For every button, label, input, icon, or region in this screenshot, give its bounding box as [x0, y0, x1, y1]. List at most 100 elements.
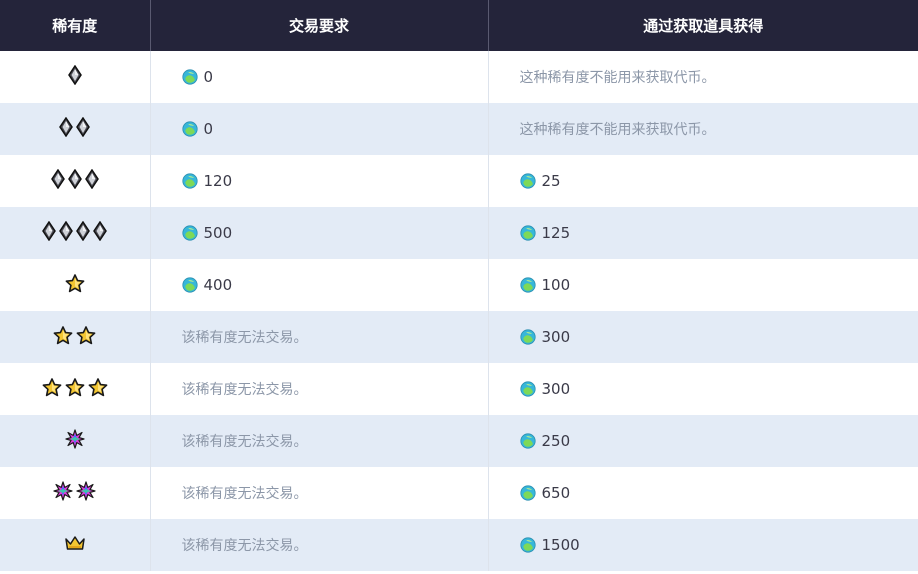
rarity-icons	[42, 377, 108, 397]
diamond-icon	[76, 117, 91, 137]
trade-cell: 0	[150, 103, 489, 155]
rarity-cell	[0, 103, 151, 155]
trade-amount: 500	[203, 224, 233, 242]
table-row: 120 25	[0, 155, 918, 207]
obtain-cell: 250	[488, 415, 918, 467]
trade-note: 该稀有度无法交易。	[181, 538, 308, 554]
table-row: 500 125	[0, 207, 918, 259]
table-row: 该稀有度无法交易。 650	[0, 467, 918, 519]
diamond-icon	[59, 221, 74, 241]
obtain-cell: 650	[488, 467, 918, 519]
trade-amount: 400	[203, 276, 233, 294]
obtain-cell: 这种稀有度不能用来获取代币。	[488, 51, 918, 103]
obtain-amount: 125	[541, 224, 571, 242]
flash-coin-icon	[519, 173, 536, 189]
diamond-icon	[93, 221, 108, 241]
table-row: 400 100	[0, 259, 918, 311]
rarity-cell	[0, 519, 151, 571]
diamond-icon	[67, 65, 82, 85]
rarity-cell	[0, 207, 151, 259]
obtain-cell: 这种稀有度不能用来获取代币。	[488, 103, 918, 155]
rarity-cell	[0, 467, 151, 519]
obtain-cell: 1500	[488, 519, 918, 571]
rarity-cell	[0, 363, 151, 415]
flash-coin-icon	[519, 537, 536, 553]
star-icon	[53, 325, 73, 345]
trade-note: 该稀有度无法交易。	[181, 382, 308, 398]
star-icon	[42, 377, 62, 397]
flash-coin-icon	[519, 485, 536, 501]
flash-coin-icon	[519, 225, 536, 241]
flash-coin-icon	[519, 433, 536, 449]
diamond-icon	[67, 169, 82, 189]
obtain-amount: 25	[541, 172, 561, 190]
trade-cell: 该稀有度无法交易。	[150, 415, 489, 467]
header-rarity: 稀有度	[0, 0, 151, 51]
obtain-cell: 125	[488, 207, 918, 259]
diamond-icon	[84, 169, 99, 189]
trade-cell: 0	[150, 51, 489, 103]
obtain-amount: 100	[541, 276, 571, 294]
obtain-amount: 300	[541, 380, 571, 398]
table-row: 该稀有度无法交易。 300	[0, 363, 918, 415]
obtain-cell: 25	[488, 155, 918, 207]
flash-coin-icon	[181, 225, 198, 241]
trade-cell: 该稀有度无法交易。	[150, 363, 489, 415]
flash-coin-icon	[519, 381, 536, 397]
trade-cell: 400	[150, 259, 489, 311]
obtain-amount: 250	[541, 432, 571, 450]
flash-coin-icon	[519, 277, 536, 293]
obtain-amount: 650	[541, 484, 571, 502]
trade-note: 该稀有度无法交易。	[181, 486, 308, 502]
table-row: 0 这种稀有度不能用来获取代币。	[0, 103, 918, 155]
table-row: 该稀有度无法交易。 300	[0, 311, 918, 363]
rarity-icons	[53, 325, 96, 345]
rarity-table: 稀有度 交易要求 通过获取道具获得 0 这种稀有度不能用来获取代币。 0 这种稀有度不…	[0, 0, 918, 571]
rarity-icons	[42, 221, 108, 241]
obtain-cell: 100	[488, 259, 918, 311]
rarity-cell	[0, 415, 151, 467]
obtain-amount: 1500	[541, 536, 580, 554]
rarity-cell	[0, 51, 151, 103]
table-header-row: 稀有度 交易要求 通过获取道具获得	[0, 0, 918, 51]
flash-coin-icon	[181, 121, 198, 137]
rarity-icons	[53, 481, 96, 501]
table-row: 该稀有度无法交易。 250	[0, 415, 918, 467]
rarity-icons	[65, 429, 85, 449]
trade-amount: 0	[203, 120, 214, 138]
table-row: 该稀有度无法交易。 1500	[0, 519, 918, 571]
rarity-icons	[65, 273, 85, 293]
star-icon	[65, 377, 85, 397]
rarity-icons	[67, 65, 82, 85]
rarity-cell	[0, 259, 151, 311]
trade-note: 该稀有度无法交易。	[181, 434, 308, 450]
header-obtain: 通过获取道具获得	[488, 0, 918, 51]
crown-icon	[64, 535, 86, 551]
flash-coin-icon	[519, 329, 536, 345]
flash-coin-icon	[181, 173, 198, 189]
trade-note: 该稀有度无法交易。	[181, 330, 308, 346]
diamond-icon	[50, 169, 65, 189]
trade-cell: 该稀有度无法交易。	[150, 311, 489, 363]
rarity-icons	[64, 535, 86, 551]
trade-cell: 120	[150, 155, 489, 207]
rarity-icons	[59, 117, 91, 137]
table-row: 0 这种稀有度不能用来获取代币。	[0, 51, 918, 103]
diamond-icon	[59, 117, 74, 137]
obtain-amount: 300	[541, 328, 571, 346]
rarity-cell	[0, 155, 151, 207]
obtain-cell: 300	[488, 363, 918, 415]
star-icon	[65, 273, 85, 293]
flash-coin-icon	[181, 277, 198, 293]
obtain-note: 这种稀有度不能用来获取代币。	[519, 122, 716, 138]
trade-amount: 0	[203, 68, 214, 86]
obtain-note: 这种稀有度不能用来获取代币。	[519, 70, 716, 86]
trade-amount: 120	[203, 172, 233, 190]
header-trade: 交易要求	[150, 0, 489, 51]
shiny-star-icon	[53, 481, 73, 501]
rarity-cell	[0, 311, 151, 363]
trade-cell: 该稀有度无法交易。	[150, 519, 489, 571]
diamond-icon	[76, 221, 91, 241]
star-icon	[88, 377, 108, 397]
trade-cell: 500	[150, 207, 489, 259]
